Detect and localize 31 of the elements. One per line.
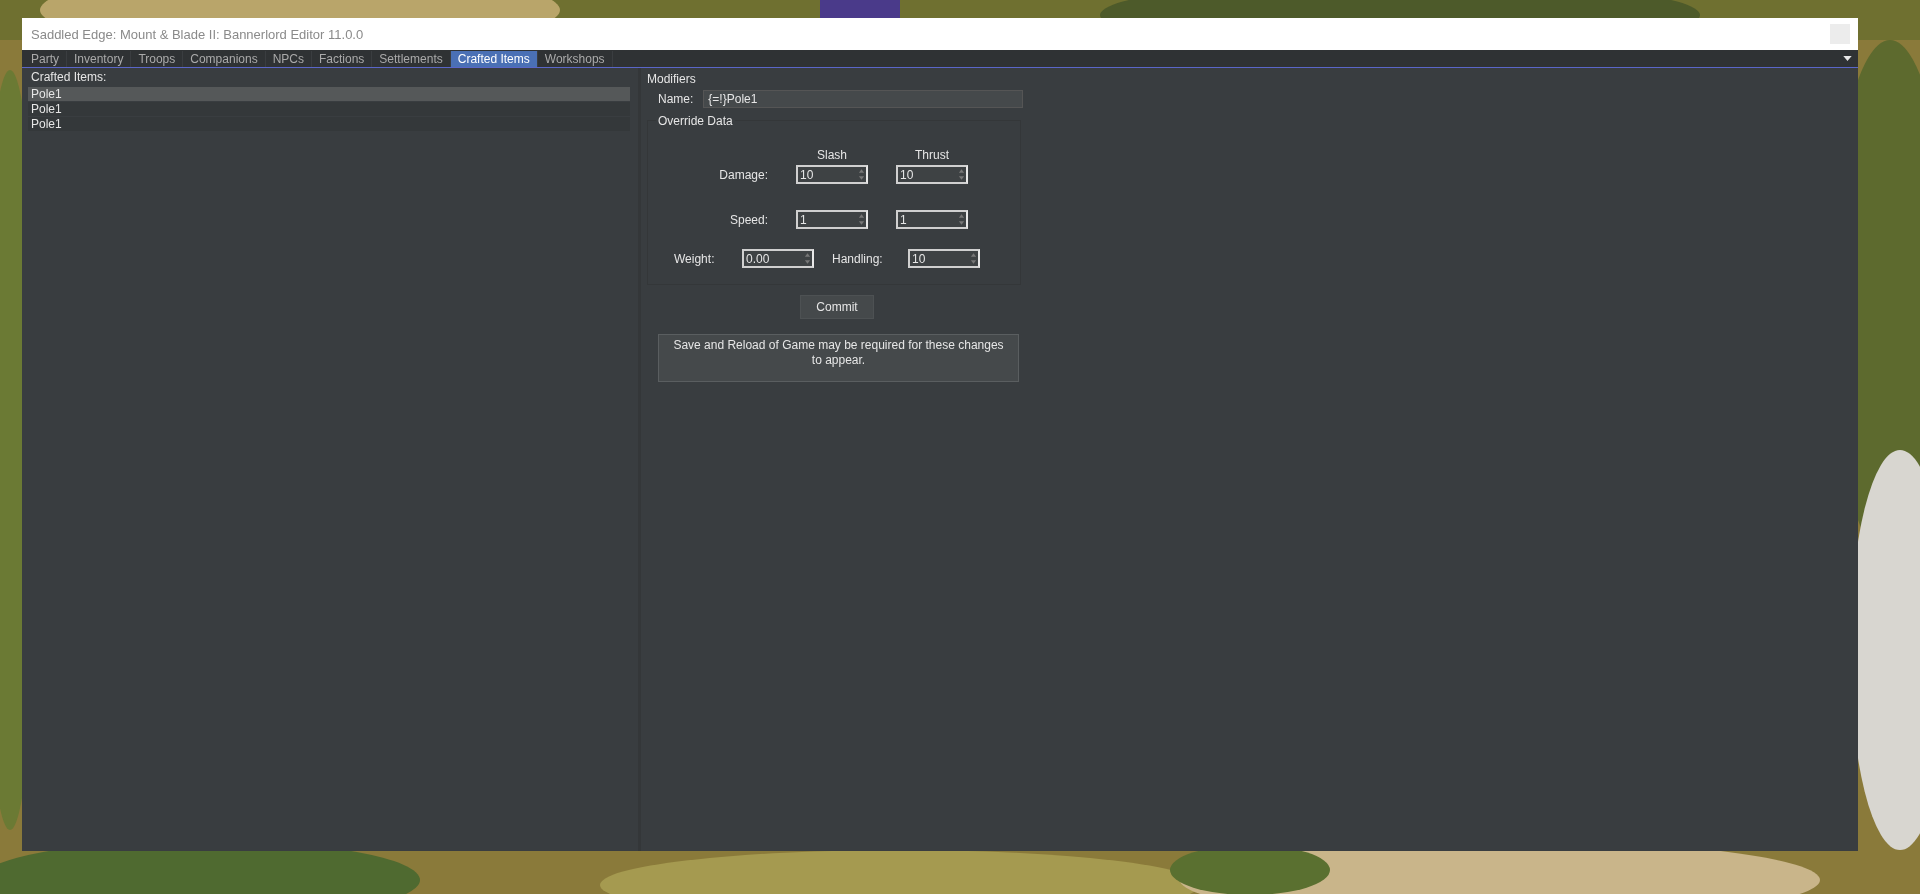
spin-arrows-icon[interactable] [958,213,965,226]
number-field[interactable]: 10 [896,165,968,184]
list-item[interactable]: Pole1 [28,102,630,117]
section-title: Modifiers [647,72,697,86]
column-heading: Thrust [914,147,950,164]
tab[interactable]: Crafted Items [450,51,538,67]
field-label: Name: [658,92,694,106]
spin-arrows-icon[interactable] [970,252,977,265]
column-heading: Slash [816,147,848,164]
caret-icon[interactable] [1843,56,1852,61]
name-field[interactable]: {=!}Pole1 [703,90,1024,108]
number-field[interactable]: 0.00 [742,249,814,268]
field-label: Weight: [674,251,716,266]
group-title: Override Data [656,114,735,128]
number-field[interactable]: 1 [896,210,968,229]
number-field[interactable]: 10 [908,249,980,268]
spin-arrows-icon[interactable] [858,213,865,226]
list-item[interactable]: Pole1 [28,87,630,102]
number-field[interactable]: 1 [796,210,868,229]
spin-arrows-icon[interactable] [858,168,865,181]
list-item[interactable]: Pole1 [28,117,630,132]
spin-arrows-icon[interactable] [804,252,811,265]
notice-text: Save and Reload of Game may be required for these changes to appear. [658,334,1019,382]
commit-button[interactable]: Commit [800,295,874,319]
field-label: Damage: [718,167,768,182]
field-label: Speed: [728,212,768,227]
field-label: Handling: [832,251,884,266]
number-field[interactable]: 10 [796,165,868,184]
spin-arrows-icon[interactable] [958,168,965,181]
window-title: Saddled Edge: Mount & Blade II: Bannerlord Editor 11.0.0 [31,26,364,42]
list-label: Crafted Items: [30,70,108,85]
